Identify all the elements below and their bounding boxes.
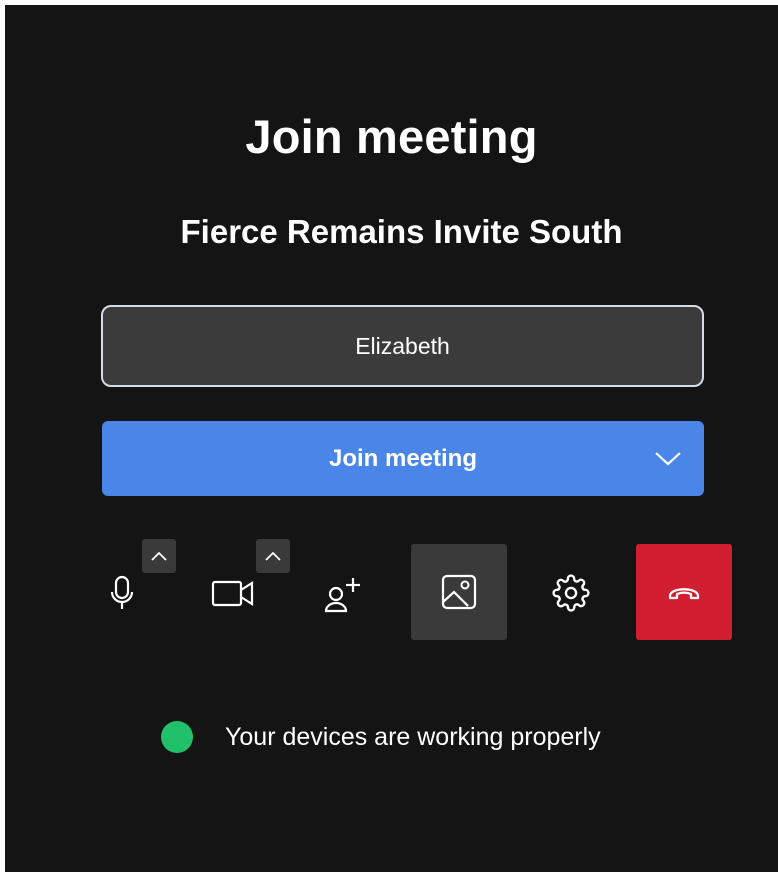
name-input[interactable] <box>101 305 704 387</box>
meeting-name: Fierce Remains Invite South <box>180 213 623 250</box>
camera-button[interactable] <box>205 565 261 621</box>
microphone-button[interactable] <box>100 563 144 623</box>
settings-button[interactable] <box>543 565 599 621</box>
hang-up-icon <box>668 588 700 600</box>
camera-options-button[interactable] <box>256 539 290 573</box>
microphone-icon <box>110 575 134 609</box>
chevron-up-icon <box>151 551 167 561</box>
image-icon <box>441 574 477 610</box>
add-person-icon <box>324 578 360 613</box>
leave-button[interactable] <box>636 544 732 640</box>
device-status: Your devices are working properly <box>161 717 601 757</box>
gear-icon <box>552 574 590 612</box>
join-meeting-label: Join meeting <box>328 445 478 472</box>
camera-icon <box>211 580 254 607</box>
page-title: Join meeting <box>245 110 538 163</box>
status-indicator <box>161 721 193 753</box>
join-meeting-panel: Join meeting Fierce Remains Invite South… <box>5 5 778 872</box>
join-meeting-button[interactable]: Join meeting <box>102 421 704 496</box>
invite-button[interactable] <box>315 567 371 623</box>
chevron-down-icon[interactable] <box>652 445 684 471</box>
chevron-up-icon <box>265 551 281 561</box>
microphone-options-button[interactable] <box>142 539 176 573</box>
status-text: Your devices are working properly <box>225 722 601 751</box>
background-button[interactable] <box>411 544 507 640</box>
